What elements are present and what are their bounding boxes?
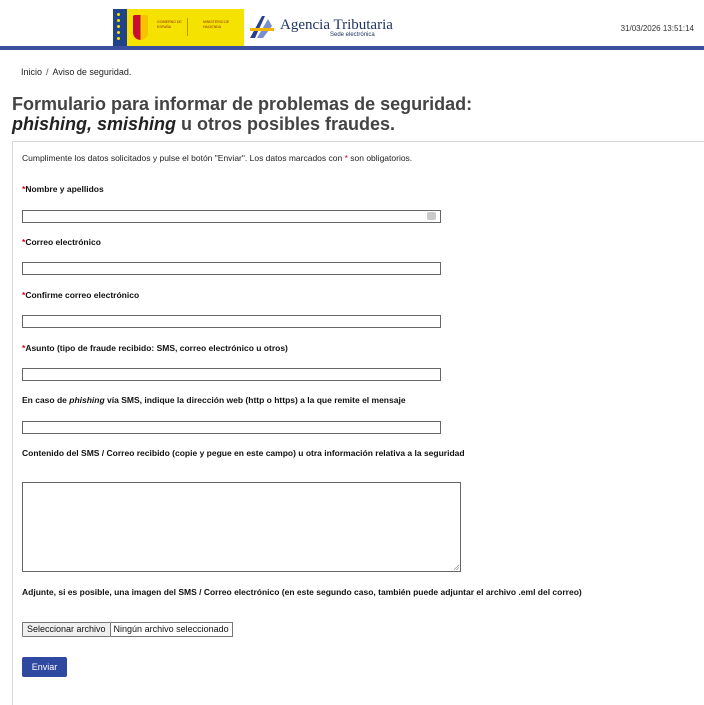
url-label: En caso de phishing vía SMS, indique la … bbox=[22, 395, 406, 405]
email-label: *Correo electrónico bbox=[22, 237, 101, 247]
gov-logo-text-left: GOBIERNO DE ESPAÑA bbox=[157, 20, 182, 29]
current-datetime: 31/03/2026 13:51:14 bbox=[620, 24, 694, 33]
instructions-text-end: son obligatorios. bbox=[347, 153, 413, 163]
email-label-text: Correo electrónico bbox=[25, 237, 101, 247]
agency-subtitle: Sede electrónica bbox=[330, 32, 375, 38]
url-label-emphasis: phishing bbox=[69, 395, 105, 405]
breadcrumb-separator: / bbox=[46, 67, 49, 77]
subject-label: *Asunto (tipo de fraude recibido: SMS, c… bbox=[22, 343, 288, 353]
breadcrumb-current: Aviso de seguridad. bbox=[52, 67, 132, 77]
site-header: GOBIERNO DE ESPAÑA MINISTERIO DE HACIEND… bbox=[0, 0, 704, 46]
resize-grip-icon[interactable] bbox=[454, 565, 459, 570]
confirm-email-label: *Confirme correo electrónico bbox=[22, 290, 139, 300]
coat-of-arms-icon bbox=[133, 15, 148, 40]
instructions-text: Cumplimente los datos solicitados y puls… bbox=[22, 153, 345, 163]
subject-label-text: Asunto (tipo de fraude recibido: SMS, co… bbox=[25, 343, 288, 353]
subject-input[interactable] bbox=[22, 368, 441, 381]
name-input[interactable] bbox=[22, 210, 441, 223]
page-title-rest: u otros posibles fraudes. bbox=[176, 114, 396, 134]
file-input[interactable]: Seleccionar archivo Ningún archivo selec… bbox=[22, 622, 233, 637]
breadcrumb: Inicio / Aviso de seguridad. bbox=[21, 67, 131, 77]
gov-logo-text-right: MINISTERIO DE HACIENDA bbox=[203, 20, 230, 29]
eu-stars-icon bbox=[113, 9, 127, 46]
submit-button[interactable]: Enviar bbox=[22, 657, 67, 677]
file-status: Ningún archivo seleccionado bbox=[110, 622, 233, 637]
page-title-emphasis: phishing, smishing bbox=[12, 114, 177, 134]
url-input[interactable] bbox=[22, 421, 441, 434]
page-title-line1: Formulario para informar de problemas de… bbox=[12, 94, 473, 114]
form-instructions: Cumplimente los datos solicitados y puls… bbox=[22, 153, 412, 163]
confirm-email-label-text: Confirme correo electrónico bbox=[25, 290, 140, 300]
content-textarea[interactable] bbox=[22, 482, 461, 572]
breadcrumb-home-link[interactable]: Inicio bbox=[21, 67, 42, 77]
url-label-end: vía SMS, indique la dirección web (http … bbox=[104, 395, 406, 405]
attachment-label: Adjunte, si es posible, una imagen del S… bbox=[22, 587, 582, 597]
gov-logo-divider bbox=[187, 18, 188, 36]
page-title: Formulario para informar de problemas de… bbox=[12, 94, 612, 134]
select-file-button[interactable]: Seleccionar archivo bbox=[22, 622, 111, 637]
email-input[interactable] bbox=[22, 262, 441, 275]
content-label: Contenido del SMS / Correo recibido (cop… bbox=[22, 448, 465, 458]
gobierno-espana-logo[interactable]: GOBIERNO DE ESPAÑA MINISTERIO DE HACIEND… bbox=[113, 9, 244, 46]
agencia-tributaria-logo-icon[interactable] bbox=[248, 14, 276, 40]
confirm-email-input[interactable] bbox=[22, 315, 441, 328]
name-label: *Nombre y apellidos bbox=[22, 184, 104, 194]
autofill-key-icon[interactable] bbox=[427, 212, 436, 220]
url-label-start: En caso de bbox=[22, 395, 70, 405]
header-divider-bar bbox=[0, 46, 704, 50]
name-label-text: Nombre y apellidos bbox=[25, 184, 104, 194]
